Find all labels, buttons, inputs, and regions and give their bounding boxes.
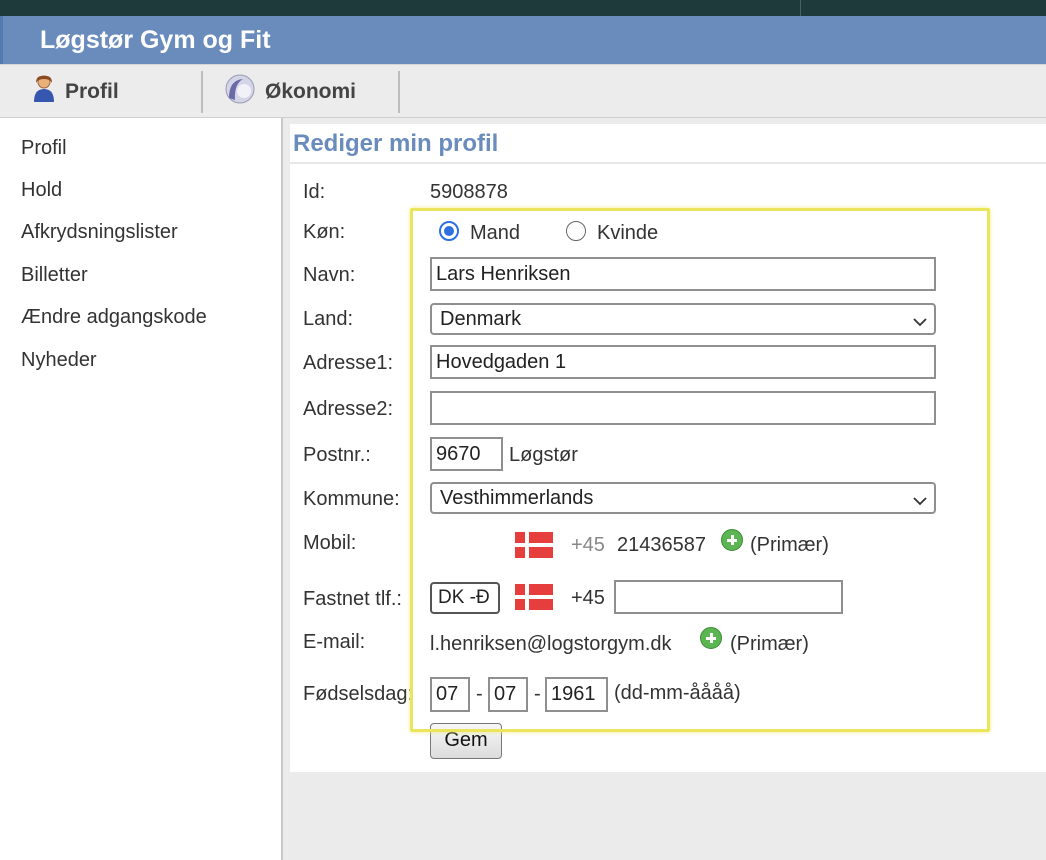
nav-divider (201, 71, 203, 113)
postal-input[interactable] (430, 437, 503, 471)
municipality-label: Kommune: (303, 488, 400, 510)
mobile-number: 21436587 (617, 534, 706, 556)
top-strip-divider (800, 0, 801, 16)
tab-profil[interactable]: Profil (33, 65, 119, 118)
postal-label: Postnr.: (303, 444, 371, 466)
gender-label: Køn: (303, 221, 346, 243)
sidebar-item-aendre-adgangskode[interactable]: Ændre adgangskode (21, 306, 207, 329)
page-title: Rediger min profil (293, 130, 499, 157)
mobile-primary: (Primær) (750, 534, 829, 556)
sidebar: Profil Hold Afkrydsningslister Billetter… (0, 118, 283, 860)
save-button[interactable]: Gem (430, 723, 502, 759)
address2-label: Adresse2: (303, 398, 394, 420)
mobile-prefix: +45 (571, 534, 605, 556)
date-separator: - (476, 683, 483, 705)
sidebar-item-billetter[interactable]: Billetter (21, 264, 88, 287)
name-label: Navn: (303, 264, 356, 286)
city-value: Løgstør (509, 444, 578, 466)
profile-form-panel: Rediger min profil Id: 5908878 Køn: Mand… (290, 124, 1046, 772)
landline-label: Fastnet tlf.: (303, 588, 402, 610)
gender-radio-mand[interactable] (439, 221, 459, 241)
birthday-label: Fødselsdag: (303, 683, 414, 705)
address2-input[interactable] (430, 391, 936, 425)
landline-country-select[interactable]: DK -Đ (430, 582, 500, 614)
country-label: Land: (303, 308, 354, 330)
tab-okonomi-label: Økonomi (265, 79, 357, 103)
date-separator: - (534, 683, 541, 705)
landline-input[interactable] (614, 580, 843, 614)
address1-label: Adresse1: (303, 352, 394, 374)
top-strip (0, 0, 1046, 16)
nav-divider (398, 71, 400, 113)
landline-prefix: +45 (571, 587, 605, 609)
sidebar-item-profil[interactable]: Profil (21, 137, 67, 160)
birth-month-input[interactable]: 07 (488, 677, 528, 712)
email-label: E-mail: (303, 631, 366, 653)
name-input[interactable] (430, 257, 936, 291)
address1-input[interactable] (430, 345, 936, 379)
gender-radio-kvinde[interactable] (566, 221, 586, 241)
sidebar-item-nyheder[interactable]: Nyheder (21, 349, 97, 372)
email-primary: (Primær) (730, 633, 809, 655)
add-email-icon[interactable] (700, 627, 722, 649)
app-title: Løgstør Gym og Fit (0, 16, 1046, 64)
date-format-hint: (dd-mm-åååå) (614, 682, 741, 704)
add-mobile-icon[interactable] (721, 529, 743, 551)
gender-option-mand: Mand (470, 222, 521, 244)
title-divider (290, 162, 1046, 164)
birth-year-input[interactable]: 1961 (545, 677, 608, 712)
country-select-value: Denmark (440, 308, 522, 330)
denmark-flag-icon (515, 532, 553, 558)
email-value: l.henriksen@logstorgym.dk (430, 633, 672, 655)
denmark-flag-icon (515, 584, 553, 610)
economy-icon (225, 74, 255, 110)
id-label: Id: (303, 181, 326, 203)
nav-bar: Profil Økonomi (0, 64, 1046, 118)
municipality-select[interactable]: Vesthimmerlands (430, 482, 936, 514)
municipality-select-value: Vesthimmerlands (440, 487, 594, 509)
chevron-down-icon (912, 310, 928, 338)
mobile-label: Mobil: (303, 532, 357, 554)
sidebar-item-hold[interactable]: Hold (21, 179, 62, 202)
gender-option-kvinde: Kvinde (597, 222, 659, 244)
tab-profil-label: Profil (65, 79, 119, 103)
birth-day-input[interactable]: 07 (430, 677, 470, 712)
user-icon (33, 75, 55, 109)
id-value: 5908878 (430, 181, 508, 203)
tab-okonomi[interactable]: Økonomi (225, 65, 356, 118)
chevron-down-icon (912, 489, 928, 517)
sidebar-item-afkrydsningslister[interactable]: Afkrydsningslister (21, 221, 178, 244)
country-select[interactable]: Denmark (430, 303, 936, 335)
